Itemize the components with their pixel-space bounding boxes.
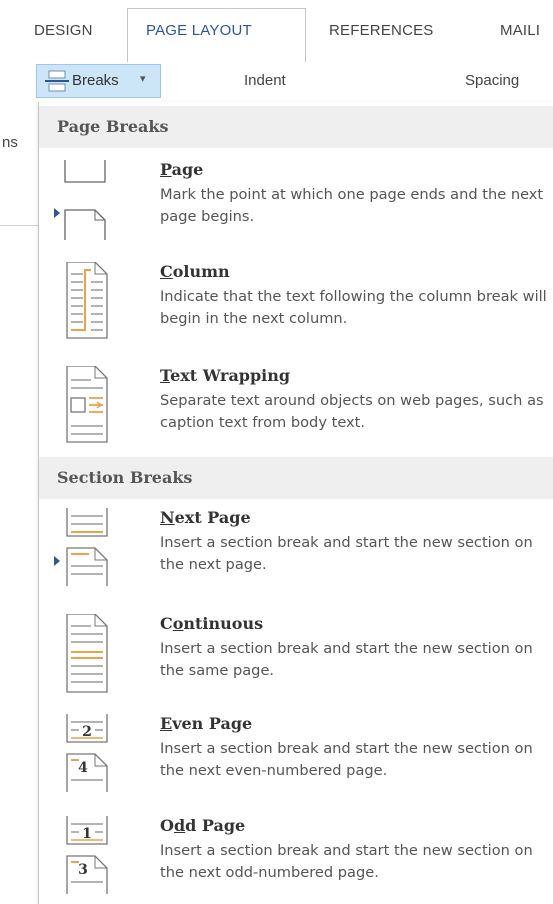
menu-item-even-page[interactable]: 2 4 Even Page Insert a section break and… — [39, 714, 553, 806]
svg-text:4: 4 — [78, 760, 88, 776]
menu-item-title: Even Page — [160, 714, 253, 733]
menu-item-text-wrapping[interactable]: Text Wrapping Separate text around objec… — [39, 366, 553, 458]
next-page-icon — [66, 508, 108, 586]
menu-item-description: Insert a section break and start the new… — [160, 740, 533, 779]
menu-item-continuous[interactable]: Continuous Insert a section break and st… — [39, 614, 553, 706]
odd-page-icon: 1 3 — [66, 816, 108, 894]
tab-page-layout[interactable]: PAGE LAYOUT — [146, 22, 252, 39]
tab-design[interactable]: DESIGN — [34, 22, 93, 39]
spacing-label: Spacing — [465, 72, 520, 89]
tab-references[interactable]: REFERENCES — [329, 22, 434, 39]
menu-item-description: Insert a section break and start the new… — [160, 842, 533, 881]
menu-item-title: Text Wrapping — [160, 366, 291, 385]
menu-item-description: Insert a section break and start the new… — [160, 534, 533, 573]
even-page-icon: 2 4 — [66, 714, 108, 792]
breaks-label: Breaks — [72, 72, 119, 89]
menu-item-title: Continuous — [160, 614, 264, 633]
menu-item-title: Column — [160, 262, 230, 281]
indent-label: Indent — [244, 72, 286, 89]
tab-mailings[interactable]: MAILI — [500, 22, 540, 39]
chevron-down-icon: ▾ — [140, 73, 146, 85]
column-break-icon — [66, 262, 108, 339]
ribbon-tab-bar: DESIGN PAGE LAYOUT REFERENCES MAILI — [0, 0, 553, 68]
menu-item-title: Page — [160, 160, 204, 179]
page-breaks-header: Page Breaks — [39, 106, 553, 148]
menu-item-description: Mark the point at which one page ends an… — [160, 186, 544, 225]
section-breaks-header-label: Section Breaks — [57, 468, 193, 487]
menu-item-title: Odd Page — [160, 816, 246, 835]
menu-item-odd-page[interactable]: 1 3 Odd Page Insert a section break and … — [39, 816, 553, 904]
document-background — [0, 102, 38, 904]
menu-item-description: Separate text around objects on web page… — [160, 392, 544, 431]
section-breaks-header: Section Breaks — [39, 457, 553, 499]
page-break-icon — [64, 160, 106, 240]
continuous-icon — [66, 614, 108, 693]
menu-item-description: Indicate that the text following the col… — [160, 288, 547, 327]
menu-item-next-page[interactable]: Next Page Insert a section break and sta… — [39, 508, 553, 600]
menu-item-title: Next Page — [160, 508, 251, 527]
page-breaks-header-label: Page Breaks — [57, 117, 169, 136]
text-wrapping-icon — [66, 366, 108, 443]
menu-item-column[interactable]: Column Indicate that the text following … — [39, 262, 553, 354]
truncated-ribbon-text: ns — [2, 134, 18, 151]
breaks-icon — [45, 70, 69, 92]
breaks-dropdown-menu: Page Breaks Page Mark the point at which… — [38, 102, 553, 904]
menu-item-description: Insert a section break and start the new… — [160, 640, 533, 679]
menu-item-page[interactable]: Page Mark the point at which one page en… — [39, 160, 553, 252]
svg-text:3: 3 — [78, 862, 88, 878]
divider — [0, 225, 38, 226]
